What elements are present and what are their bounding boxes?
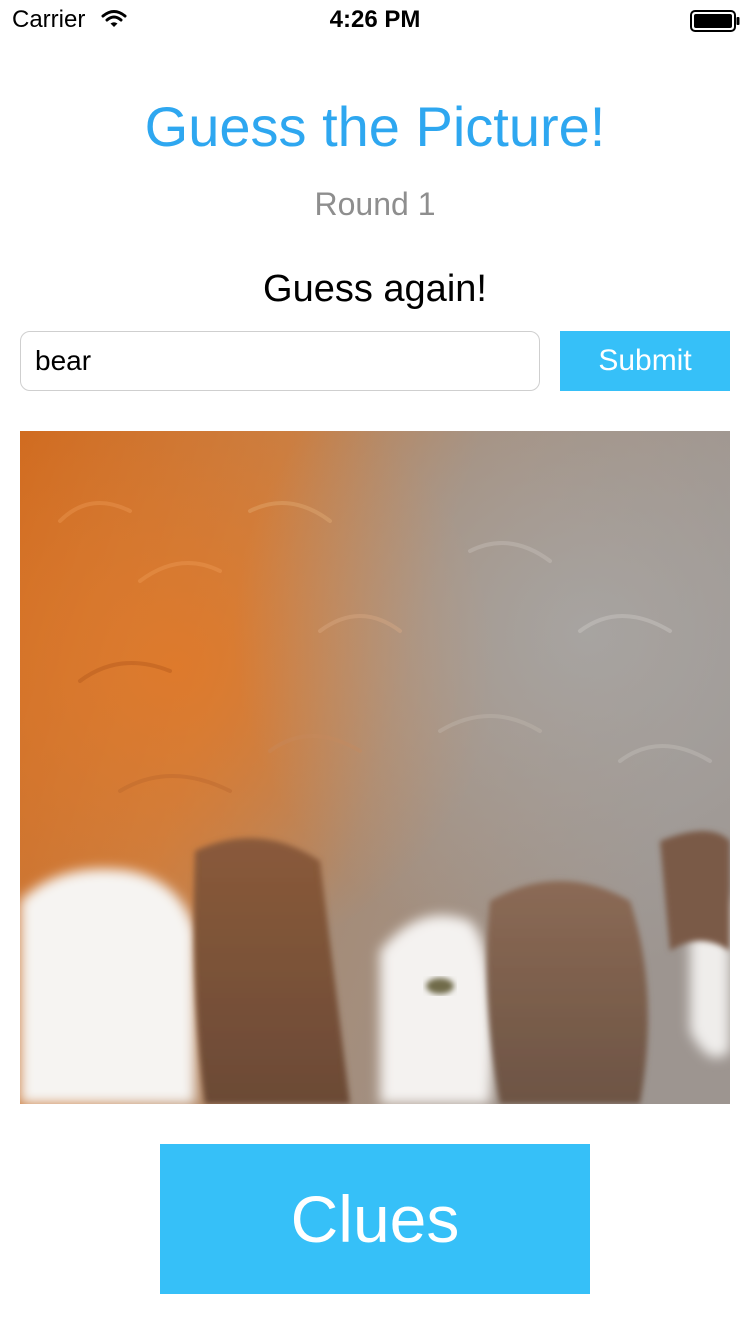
guess-input[interactable] xyxy=(20,331,540,391)
page-title: Guess the Picture! xyxy=(144,95,606,158)
status-bar: Carrier 4:26 PM xyxy=(0,0,750,40)
feedback-message: Guess again! xyxy=(263,268,487,310)
clock: 4:26 PM xyxy=(329,6,421,33)
puzzle-image xyxy=(20,431,730,1104)
round-label: Round 1 xyxy=(314,186,436,222)
submit-button[interactable]: Submit xyxy=(560,331,730,391)
clues-button[interactable]: Clues xyxy=(160,1144,590,1294)
battery-full-icon xyxy=(690,10,740,32)
